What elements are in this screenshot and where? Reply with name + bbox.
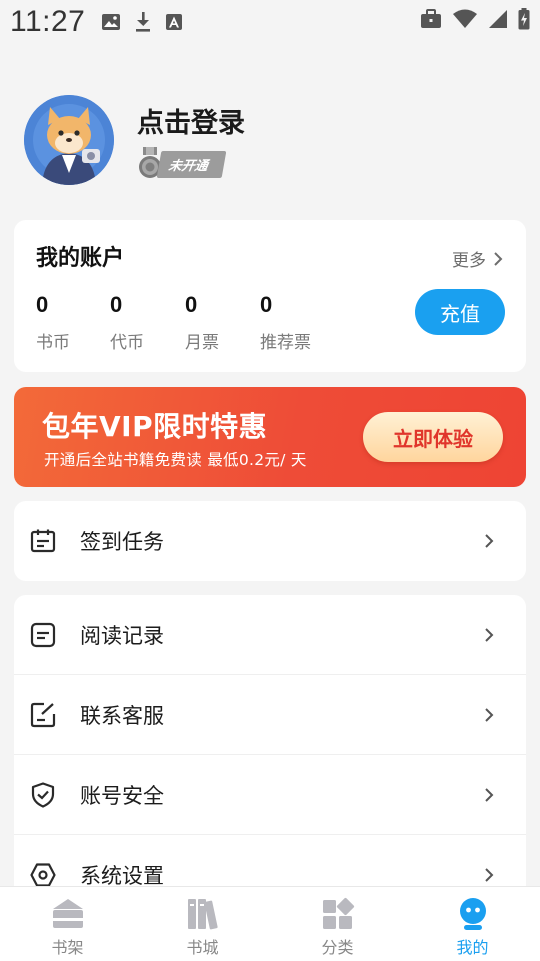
stat-monthly-tickets[interactable]: 0 月票 xyxy=(185,292,219,353)
menu-label: 签到任务 xyxy=(80,530,164,554)
stat-value: 0 xyxy=(260,292,273,317)
settings-menu-card: 阅读记录 联系客服 账号安全 系统设置 xyxy=(14,595,526,915)
account-more-link[interactable]: 更多 xyxy=(452,246,506,271)
edit-note-icon xyxy=(30,702,56,728)
image-notification-icon xyxy=(102,14,121,30)
bottom-navigation: 书架 书城 分类 我的 xyxy=(0,886,540,961)
chevron-right-icon xyxy=(485,708,494,722)
calendar-icon xyxy=(30,529,56,553)
avatar-illustration xyxy=(24,95,114,185)
bookshelf-icon xyxy=(52,899,83,928)
chevron-right-icon xyxy=(485,868,494,882)
nav-tab-mine[interactable]: 我的 xyxy=(405,887,540,961)
stat-label: 书币 xyxy=(36,333,70,353)
shield-check-icon xyxy=(31,782,55,808)
vip-title: 包年VIP限时特惠 xyxy=(42,410,268,443)
chevron-right-icon xyxy=(485,628,494,642)
stat-label: 代币 xyxy=(110,333,144,353)
menu-item-checkin[interactable]: 签到任务 xyxy=(14,501,526,581)
stat-label: 推荐票 xyxy=(260,333,311,353)
account-card: 我的账户 更多 0 书币 0 代币 0 月票 0 推荐票 充值 xyxy=(14,220,526,372)
member-status-label: 未开通 xyxy=(156,150,227,178)
status-bar: 11:27 xyxy=(0,0,540,44)
member-badge: 未开通 xyxy=(137,147,227,181)
account-title: 我的账户 xyxy=(36,246,125,271)
menu-item-account-security[interactable]: 账号安全 xyxy=(14,755,526,835)
avatar[interactable] xyxy=(24,95,114,185)
stat-label: 月票 xyxy=(185,333,219,353)
system-icons xyxy=(420,8,530,30)
bookstore-icon xyxy=(187,899,218,930)
cellular-signal-icon xyxy=(489,10,507,28)
category-icon xyxy=(322,897,354,929)
notification-icons xyxy=(101,11,183,33)
stat-recommend-tickets[interactable]: 0 推荐票 xyxy=(260,292,311,353)
stat-value: 0 xyxy=(36,292,49,317)
profile-header: 点击登录 未开通 xyxy=(24,95,524,187)
briefcase-icon xyxy=(421,9,441,28)
chevron-right-icon xyxy=(485,534,494,548)
download-icon xyxy=(136,12,151,32)
text-notification-icon xyxy=(166,14,183,30)
stat-tokens[interactable]: 0 代币 xyxy=(110,292,144,353)
battery-charging-icon xyxy=(518,8,530,30)
nav-label: 分类 xyxy=(321,938,354,957)
chevron-right-icon xyxy=(494,251,503,266)
status-time: 11:27 xyxy=(10,5,86,38)
menu-label: 账号安全 xyxy=(80,784,164,808)
stat-book-coins[interactable]: 0 书币 xyxy=(36,292,70,353)
checkin-card: 签到任务 xyxy=(14,501,526,581)
menu-label: 阅读记录 xyxy=(80,624,164,648)
account-more-label: 更多 xyxy=(452,251,486,271)
nav-tab-bookstore[interactable]: 书城 xyxy=(135,887,270,961)
menu-item-customer-service[interactable]: 联系客服 xyxy=(14,675,526,755)
nav-tab-bookshelf[interactable]: 书架 xyxy=(0,887,135,961)
vip-promo-banner[interactable]: 包年VIP限时特惠 开通后全站书籍免费读 最低0.2元/ 天 立即体验 xyxy=(14,387,526,487)
vip-subtitle: 开通后全站书籍免费读 最低0.2元/ 天 xyxy=(44,451,307,469)
nav-label: 我的 xyxy=(456,938,489,957)
hexagon-settings-icon xyxy=(30,863,56,887)
recharge-button[interactable]: 充值 xyxy=(415,289,505,335)
menu-label: 联系客服 xyxy=(80,704,164,728)
profile-icon xyxy=(459,898,486,930)
nav-label: 书城 xyxy=(186,938,219,957)
nav-tab-category[interactable]: 分类 xyxy=(270,887,405,961)
stat-value: 0 xyxy=(110,292,123,317)
chevron-right-icon xyxy=(485,788,494,802)
stat-value: 0 xyxy=(185,292,198,317)
nav-label: 书架 xyxy=(51,938,84,957)
vip-try-button[interactable]: 立即体验 xyxy=(363,412,503,462)
login-prompt[interactable]: 点击登录 xyxy=(137,101,245,140)
wifi-icon xyxy=(453,9,477,28)
menu-item-reading-history[interactable]: 阅读记录 xyxy=(14,595,526,675)
reading-record-icon xyxy=(30,622,56,648)
